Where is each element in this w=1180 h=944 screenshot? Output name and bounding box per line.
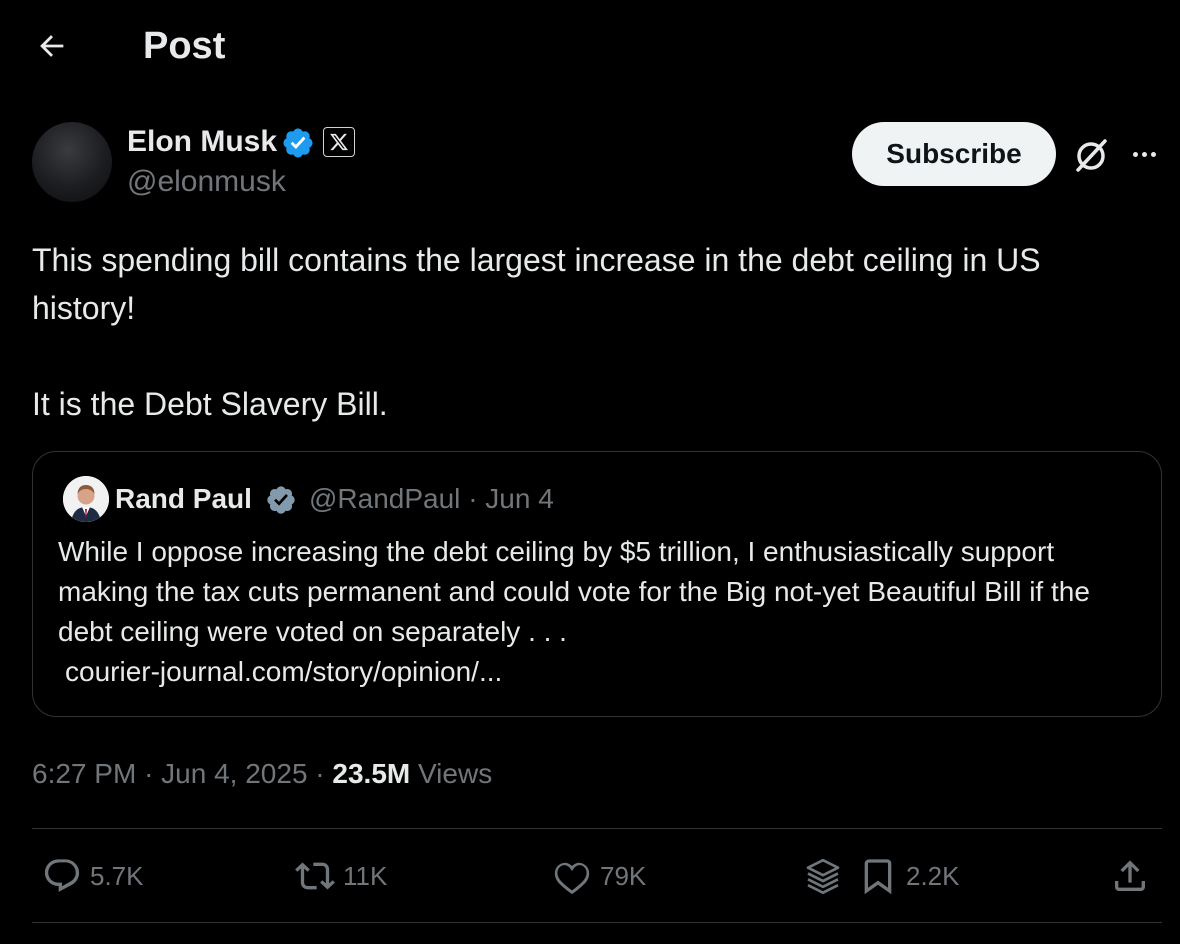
meta-separator: ·	[468, 483, 486, 514]
quote-author-name: Rand Paul	[115, 483, 252, 514]
like-count: 79K	[600, 860, 647, 891]
layers-button[interactable]	[803, 856, 843, 896]
more-dot	[1132, 151, 1138, 157]
quote-author-avatar	[63, 476, 109, 522]
subscribe-button[interactable]: Subscribe	[852, 122, 1056, 186]
quote-date: Jun 4	[485, 483, 554, 514]
meta-separator: ·	[144, 758, 162, 789]
share-button[interactable]	[1110, 856, 1150, 896]
divider	[32, 828, 1162, 829]
post-paragraph: It is the Debt Slavery Bill.	[32, 386, 388, 422]
quote-link[interactable]: courier-journal.com/story/opinion/...	[65, 652, 502, 692]
bookmark-button[interactable]: 2.2K	[858, 856, 960, 896]
post-paragraph: This spending bill contains the largest …	[32, 242, 1041, 326]
post-time[interactable]: 6:27 PM	[32, 758, 136, 789]
x-logo-icon	[330, 133, 348, 151]
bookmark-count: 2.2K	[906, 860, 960, 891]
page-title: Post	[143, 25, 226, 67]
grok-icon[interactable]	[1070, 134, 1112, 176]
author-name[interactable]: Elon Musk	[127, 124, 277, 160]
bookmark-icon	[864, 859, 892, 895]
header-bar: Post	[0, 0, 1180, 92]
meta-separator: ·	[315, 758, 333, 789]
back-button[interactable]	[30, 24, 74, 68]
verified-badge-icon	[283, 128, 313, 158]
repost-icon	[295, 862, 335, 890]
quote-text: While I oppose increasing the debt ceili…	[58, 536, 1090, 647]
post-timestamp: 6:27 PM · Jun 4, 2025 · 23.5M Views	[32, 756, 492, 792]
quote-meta: @RandPaul · Jun 4	[309, 482, 554, 516]
share-icon	[1115, 860, 1145, 891]
post-text: This spending bill contains the largest …	[32, 236, 1152, 428]
repost-button[interactable]: 11K	[295, 856, 387, 896]
heart-icon	[554, 862, 590, 895]
quote-author-handle: @RandPaul	[309, 483, 461, 514]
more-dot	[1141, 151, 1147, 157]
layers-icon	[806, 858, 840, 894]
arrow-left-icon	[40, 35, 64, 57]
verified-badge-icon	[267, 486, 295, 514]
action-bar: 5.7K 11K 79K 2.2K	[0, 830, 1180, 920]
quoted-post-card[interactable]: Rand Paul @RandPaul · Jun 4 While I oppo…	[32, 451, 1162, 717]
quote-avatar-image	[63, 476, 109, 522]
author-handle[interactable]: @elonmusk	[127, 164, 286, 200]
repost-count: 11K	[343, 860, 388, 891]
divider	[32, 922, 1162, 923]
post-page: Post Elon Musk @elonmusk Subscribe This …	[0, 0, 1180, 944]
reply-button[interactable]: 5.7K	[42, 856, 144, 896]
post-date[interactable]: Jun 4, 2025	[161, 758, 307, 789]
reply-count: 5.7K	[90, 860, 144, 891]
like-button[interactable]: 79K	[552, 856, 646, 896]
views-count: 23.5M	[332, 758, 411, 789]
more-horizontal-icon[interactable]	[1124, 138, 1164, 170]
more-dot	[1150, 151, 1156, 157]
views-label: Views	[418, 758, 493, 789]
x-affiliate-badge[interactable]	[323, 127, 355, 157]
author-avatar[interactable]	[32, 122, 112, 202]
reply-icon	[44, 859, 80, 892]
